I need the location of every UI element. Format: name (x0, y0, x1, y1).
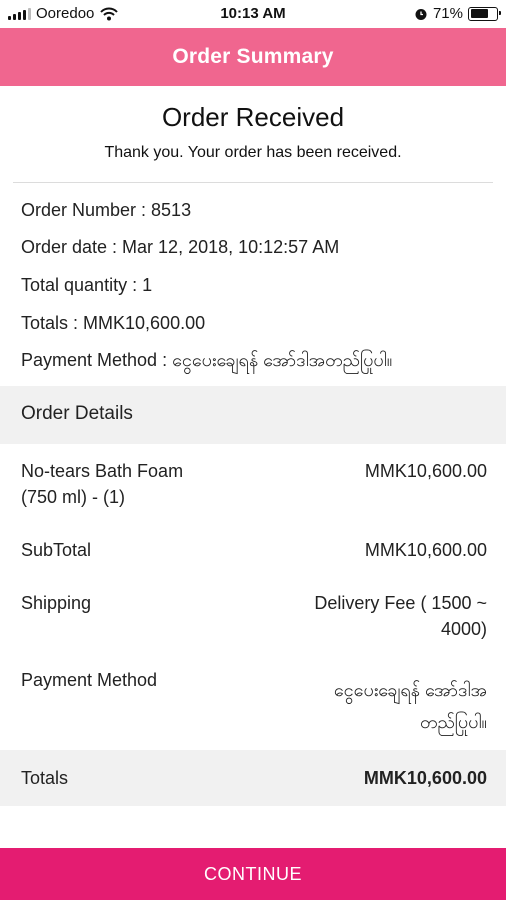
order-details-title: Order Details (21, 403, 133, 424)
payment-method-value: ငွေပေးချေရန် အော်ဒါအ တည်ပြုပါ။ (333, 680, 487, 732)
order-received-title: Order Received (161, 102, 345, 132)
subtotal-value: MMK10,600.00 (364, 540, 487, 560)
shipping-value: Delivery Fee ( 1500 ~ 4000) (314, 593, 487, 639)
status-right: 71% (414, 5, 501, 22)
order-totals: Totals : MMK10,600.00 (21, 313, 206, 333)
totals-row: Totals MMK10,600.00 (0, 750, 506, 806)
payment-method-info: Payment Method : ငွေပေးချေရန် အော်ဒါအတည်… (21, 350, 393, 370)
totals-label: Totals (21, 768, 69, 788)
battery-icon (468, 6, 501, 21)
battery-percent: 71% (432, 5, 463, 22)
subtotal-label: SubTotal (21, 540, 92, 560)
continue-button[interactable]: CONTINUE (0, 848, 506, 900)
battery-level (470, 9, 488, 18)
order-number: Order Number : 8513 (21, 200, 192, 220)
order-date: Order date : Mar 12, 2018, 10:12:57 AM (21, 237, 340, 257)
order-received-message: Thank you. Your order has been received. (104, 144, 402, 161)
shipping-label: Shipping (21, 593, 92, 613)
item-name: No-tears Bath Foam (750 ml) - (1) (21, 461, 184, 507)
divider (13, 182, 493, 183)
order-received-block: Order Received Thank you. Your order has… (0, 98, 506, 164)
payment-method-label: Payment Method (21, 670, 158, 690)
alarm-clock-icon (415, 8, 427, 20)
order-details-header: Order Details (0, 386, 506, 444)
item-price: MMK10,600.00 (364, 461, 487, 481)
page-title: Order Summary (0, 28, 506, 86)
total-quantity: Total quantity : 1 (21, 275, 153, 295)
totals-value: MMK10,600.00 (363, 768, 487, 788)
status-bar: Ooredoo 10:13 AM 71% (0, 0, 506, 28)
